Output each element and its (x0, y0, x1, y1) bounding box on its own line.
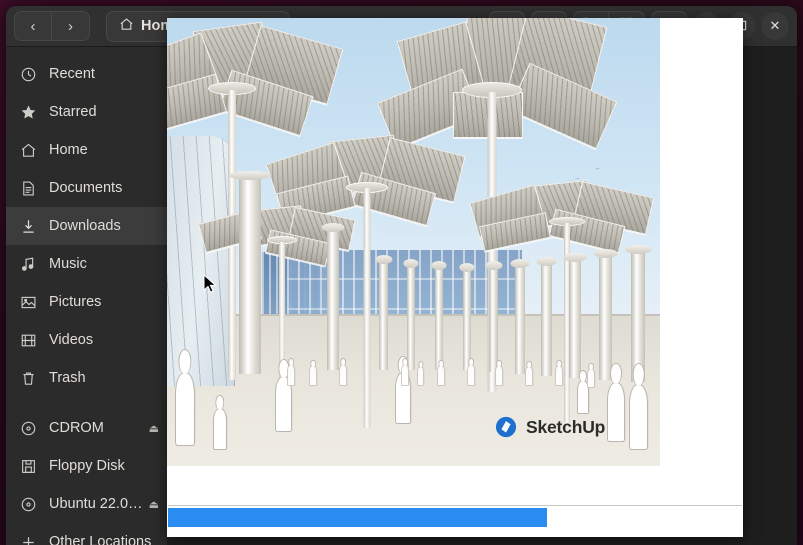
person-silhouette (287, 364, 295, 386)
sidebar-item-downloads[interactable]: Downloads (6, 207, 167, 245)
sidebar-item-label: CDROM (49, 420, 104, 436)
sketchup-watermark: SketchUp (495, 416, 605, 438)
preview-image: SketchUp (167, 18, 660, 466)
sidebar-item-home[interactable]: Home (6, 131, 167, 169)
sidebar-item-ubuntu-disc[interactable]: Ubuntu 22.0… ⏏ (6, 485, 167, 523)
sidebar-item-music[interactable]: Music (6, 245, 167, 283)
close-icon: ✕ (769, 18, 781, 33)
sidebar-item-other-locations[interactable]: Other Locations (6, 523, 167, 545)
sidebar-item-label: Floppy Disk (49, 458, 125, 474)
star-icon (20, 104, 37, 121)
chevron-left-icon: ‹ (30, 17, 36, 35)
person-silhouette (587, 368, 595, 388)
plus-icon (20, 534, 37, 545)
person-silhouette (555, 365, 563, 386)
person-silhouette (607, 382, 625, 442)
eject-icon[interactable]: ⏏ (149, 422, 159, 435)
support-column (379, 262, 388, 370)
support-column (515, 266, 525, 374)
support-column (599, 256, 612, 380)
trash-icon (20, 370, 37, 387)
back-button[interactable]: ‹ (14, 11, 52, 41)
support-column (435, 268, 443, 370)
person-silhouette (437, 365, 445, 386)
person-silhouette (175, 372, 195, 446)
person-silhouette (467, 364, 475, 386)
person-silhouette (309, 365, 317, 386)
image-preview-window[interactable]: SketchUp (167, 18, 743, 537)
sidebar-item-label: Pictures (49, 294, 102, 310)
sidebar-item-label: Videos (49, 332, 94, 348)
sidebar-divider (6, 397, 167, 409)
support-column (407, 266, 415, 370)
sketchup-watermark-label: SketchUp (526, 416, 606, 437)
video-icon (20, 332, 37, 349)
sidebar-item-label: Home (49, 142, 88, 158)
sidebar-item-label: Recent (49, 66, 95, 82)
disc-icon (20, 496, 37, 513)
sidebar-item-starred[interactable]: Starred (6, 93, 167, 131)
person-silhouette (629, 384, 648, 450)
sidebar-item-label: Documents (49, 180, 123, 196)
home-icon (119, 17, 134, 36)
eject-icon[interactable]: ⏏ (149, 498, 159, 511)
sidebar-item-cdrom[interactable]: CDROM ⏏ (6, 409, 167, 447)
forward-button[interactable]: › (52, 11, 90, 41)
progress-bar-fill (168, 508, 547, 527)
sidebar-item-label: Starred (49, 104, 97, 120)
support-column (569, 260, 581, 378)
sidebar-item-pictures[interactable]: Pictures (6, 283, 167, 321)
sketchup-logo-icon (495, 416, 517, 438)
person-silhouette (495, 365, 503, 386)
navigation-button-group: ‹ › (14, 11, 90, 41)
home-icon (20, 142, 37, 159)
chevron-right-icon: › (68, 17, 73, 35)
person-silhouette (401, 364, 409, 386)
sidebar-item-recent[interactable]: Recent (6, 55, 167, 93)
progress-bar-track (168, 505, 742, 527)
music-icon (20, 256, 37, 273)
person-silhouette (339, 364, 347, 386)
sidebar-item-videos[interactable]: Videos (6, 321, 167, 359)
sidebar: Recent Starred Home Documents Downloads … (6, 47, 167, 545)
floppy-icon (20, 458, 37, 475)
person-silhouette (525, 366, 533, 386)
sidebar-item-label: Ubuntu 22.0… (49, 496, 143, 512)
desktop: ‹ › Home / Downloads (0, 0, 803, 545)
sidebar-item-label: Downloads (49, 218, 121, 234)
sidebar-item-label: Trash (49, 370, 86, 386)
disc-icon (20, 420, 37, 437)
document-icon (20, 180, 37, 197)
sidebar-item-documents[interactable]: Documents (6, 169, 167, 207)
support-column (327, 230, 339, 370)
canopy-parasol (197, 205, 367, 422)
sidebar-item-trash[interactable]: Trash (6, 359, 167, 397)
person-silhouette (213, 408, 227, 450)
sidebar-item-label: Music (49, 256, 87, 272)
support-column (463, 270, 471, 370)
sidebar-item-label: Other Locations (49, 534, 152, 545)
support-column (541, 264, 552, 376)
sidebar-item-floppy-disk[interactable]: Floppy Disk (6, 447, 167, 485)
close-button[interactable]: ✕ (761, 12, 789, 40)
support-column (489, 268, 498, 372)
picture-icon (20, 294, 37, 311)
download-icon (20, 218, 37, 235)
support-column (239, 178, 261, 374)
clock-icon (20, 66, 37, 83)
person-silhouette (417, 366, 424, 386)
